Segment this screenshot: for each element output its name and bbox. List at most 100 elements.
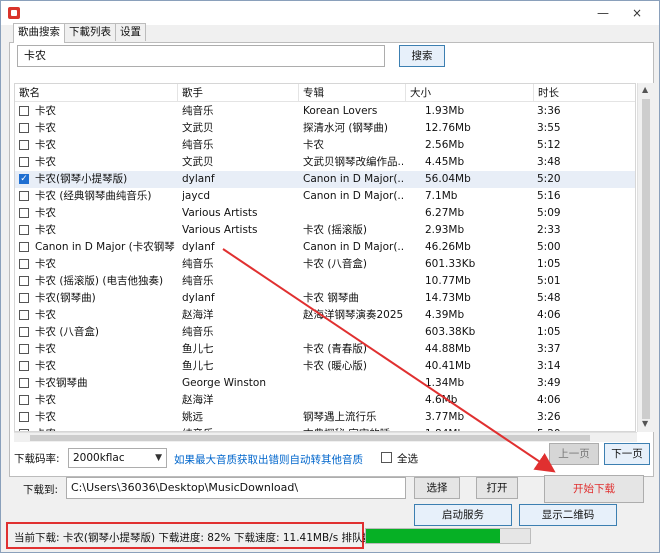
table-row[interactable]: 卡农 赵海洋 赵海洋钢琴演奏2025 4.39Mb 4:06 <box>15 307 635 324</box>
table-row[interactable]: 卡农(钢琴曲) dylanf 卡农 钢琴曲 14.73Mb 5:48 <box>15 290 635 307</box>
table-row[interactable]: 卡农 鱼儿七 卡农 (青春版) 44.88Mb 3:37 <box>15 341 635 358</box>
scroll-down-icon[interactable]: ▼ <box>642 419 648 428</box>
cell-size: 4.39Mb <box>425 309 465 321</box>
minimize-button[interactable]: — <box>593 5 613 21</box>
download-path-input[interactable]: C:\Users\36036\Desktop\MusicDownload\ <box>66 477 406 499</box>
search-input[interactable]: 卡农 <box>17 45 385 67</box>
table-row[interactable]: ✓ 卡农(钢琴小提琴版) dylanf Canon in D Major(... 56.… <box>15 171 635 188</box>
tab-song-search[interactable]: 歌曲搜索 <box>13 23 65 43</box>
table-row[interactable]: 卡农钢琴曲 George Winston 1.34Mb 3:49 <box>15 375 635 392</box>
row-checkbox[interactable] <box>19 123 29 133</box>
column-header-title[interactable]: 歌名 <box>15 84 178 102</box>
open-folder-button[interactable]: 打开 <box>476 477 518 499</box>
search-button[interactable]: 搜索 <box>399 45 445 67</box>
table-row[interactable]: 卡农 (摇滚版) (电吉他独奏) 纯音乐 10.77Mb 5:01 <box>15 273 635 290</box>
tab-settings[interactable]: 设置 <box>115 23 146 41</box>
row-checkbox[interactable] <box>19 276 29 286</box>
cell-title: 卡农钢琴曲 <box>35 377 88 389</box>
cell-title: 卡农 <box>35 258 56 270</box>
table-row[interactable]: 卡农 鱼儿七 卡农 (暖心版) 40.41Mb 3:14 <box>15 358 635 375</box>
cell-size: 603.38Kb <box>425 326 476 338</box>
column-header-size[interactable]: 大小 <box>406 84 534 102</box>
bitrate-value: 2000kflac <box>73 452 125 464</box>
table-row[interactable]: 卡农 赵海洋 4.6Mb 4:06 <box>15 392 635 409</box>
chevron-down-icon: ▼ <box>155 453 162 463</box>
cell-artist: 鱼儿七 <box>182 343 214 355</box>
row-checkbox[interactable] <box>19 361 29 371</box>
row-checkbox[interactable] <box>19 106 29 116</box>
cell-size: 2.56Mb <box>425 139 465 151</box>
cell-album <box>303 375 403 392</box>
cell-title: 卡农 <box>35 207 56 219</box>
cell-title: 卡农 <box>35 139 56 151</box>
row-checkbox[interactable] <box>19 327 29 337</box>
row-checkbox[interactable] <box>19 225 29 235</box>
show-qrcode-button[interactable]: 显示二维码 <box>519 504 617 526</box>
app-window: — × 歌曲搜索 下載列表 设置 卡农 搜索 歌名 歌手 专辑 大小 时长 卡农… <box>0 0 660 553</box>
table-row[interactable]: 卡农 文武贝 文武贝钢琴改编作品... 4.45Mb 3:48 <box>15 154 635 171</box>
cell-size: 40.41Mb <box>425 360 471 372</box>
row-checkbox[interactable] <box>19 157 29 167</box>
download-progress-bar <box>365 528 531 544</box>
table-row[interactable]: 卡农 姚远 钢琴遇上流行乐 3.77Mb 3:26 <box>15 409 635 426</box>
table-row[interactable]: 卡农 (经典钢琴曲纯音乐) jaycd Canon in D Major(... 7.… <box>15 188 635 205</box>
vertical-scrollbar[interactable]: ▲ ▼ <box>637 83 654 432</box>
cell-size: 56.04Mb <box>425 173 471 185</box>
table-row[interactable]: 卡农 纯音乐 卡农 (八音盒) 601.33Kb 1:05 <box>15 256 635 273</box>
cell-artist: dylanf <box>182 173 215 185</box>
table-row[interactable]: 卡农 Various Artists 卡农 (摇滚版) 2.93Mb 2:33 <box>15 222 635 239</box>
row-checkbox[interactable] <box>19 378 29 388</box>
status-text: 当前下载: 卡农(钢琴小提琴版) 下载进度: 82% 下载速度: 11.41MB… <box>14 532 384 544</box>
row-checkbox[interactable] <box>19 395 29 405</box>
row-checkbox[interactable] <box>19 344 29 354</box>
column-header-artist[interactable]: 歌手 <box>178 84 299 102</box>
tab-download-list[interactable]: 下載列表 <box>64 23 116 41</box>
next-page-button[interactable]: 下一页 <box>604 443 650 465</box>
cell-size: 46.26Mb <box>425 241 471 253</box>
quality-hint-link[interactable]: 如果最大音质获取出错则自动转其他音质 <box>174 452 363 467</box>
scroll-up-icon[interactable]: ▲ <box>642 85 648 94</box>
cell-artist: Various Artists <box>182 207 258 219</box>
row-checkbox[interactable] <box>19 242 29 252</box>
scrollbar-thumb[interactable] <box>642 99 650 419</box>
table-row[interactable]: 卡农 Various Artists 6.27Mb 5:09 <box>15 205 635 222</box>
column-header-album[interactable]: 专辑 <box>299 84 406 102</box>
select-all-checkbox[interactable] <box>381 452 392 463</box>
row-checkbox[interactable] <box>19 208 29 218</box>
table-row[interactable]: 卡农 文武贝 探清水河 (钢琴曲) 12.76Mb 3:55 <box>15 120 635 137</box>
bitrate-select[interactable]: 2000kflac ▼ <box>68 448 167 468</box>
row-checkbox[interactable] <box>19 293 29 303</box>
table-row[interactable]: Canon in D Major (卡农钢琴... dylanf Canon in … <box>15 239 635 256</box>
column-header-duration[interactable]: 时长 <box>534 84 635 102</box>
row-checkbox[interactable] <box>19 259 29 269</box>
cell-title: 卡农 <box>35 360 56 372</box>
prev-page-button[interactable]: 上一页 <box>549 443 599 465</box>
cell-duration: 5:16 <box>537 190 561 202</box>
horizontal-scrollbar-thumb[interactable] <box>30 435 590 441</box>
start-service-button[interactable]: 启动服务 <box>414 504 512 526</box>
row-checkbox[interactable] <box>19 140 29 150</box>
table-row[interactable]: 卡农 (八音盒) 纯音乐 603.38Kb 1:05 <box>15 324 635 341</box>
row-checkbox[interactable] <box>19 191 29 201</box>
table-row[interactable]: 卡农 纯音乐 卡农 2.56Mb 5:12 <box>15 137 635 154</box>
cell-album: 卡农 (八音盒) <box>303 258 368 270</box>
table-header: 歌名 歌手 专辑 大小 时长 <box>15 84 635 102</box>
table-row[interactable]: 卡农 纯音乐 Korean Lovers 1.93Mb 3:36 <box>15 103 635 120</box>
start-download-button[interactable]: 开始下载 <box>544 475 644 503</box>
choose-folder-button[interactable]: 选择 <box>414 477 460 499</box>
row-checkbox[interactable] <box>19 412 29 422</box>
cell-title: 卡农 (摇滚版) (电吉他独奏) <box>35 275 164 287</box>
row-checkbox[interactable] <box>19 310 29 320</box>
download-to-label: 下载到: <box>23 484 59 496</box>
cell-title: Canon in D Major (卡农钢琴... <box>35 241 175 253</box>
cell-duration: 3:37 <box>537 343 561 355</box>
cell-artist: 纯音乐 <box>182 275 214 287</box>
cell-album: 钢琴遇上流行乐 <box>303 411 377 423</box>
close-button[interactable]: × <box>627 5 647 21</box>
row-checkbox[interactable]: ✓ <box>19 174 29 184</box>
cell-duration: 5:01 <box>537 275 561 287</box>
results-table: 歌名 歌手 专辑 大小 时长 卡农 纯音乐 Korean Lovers 1.93Mb 3… <box>14 83 636 432</box>
cell-title: 卡农 <box>35 122 56 134</box>
horizontal-scrollbar[interactable] <box>14 432 637 442</box>
cell-size: 2.93Mb <box>425 224 465 236</box>
